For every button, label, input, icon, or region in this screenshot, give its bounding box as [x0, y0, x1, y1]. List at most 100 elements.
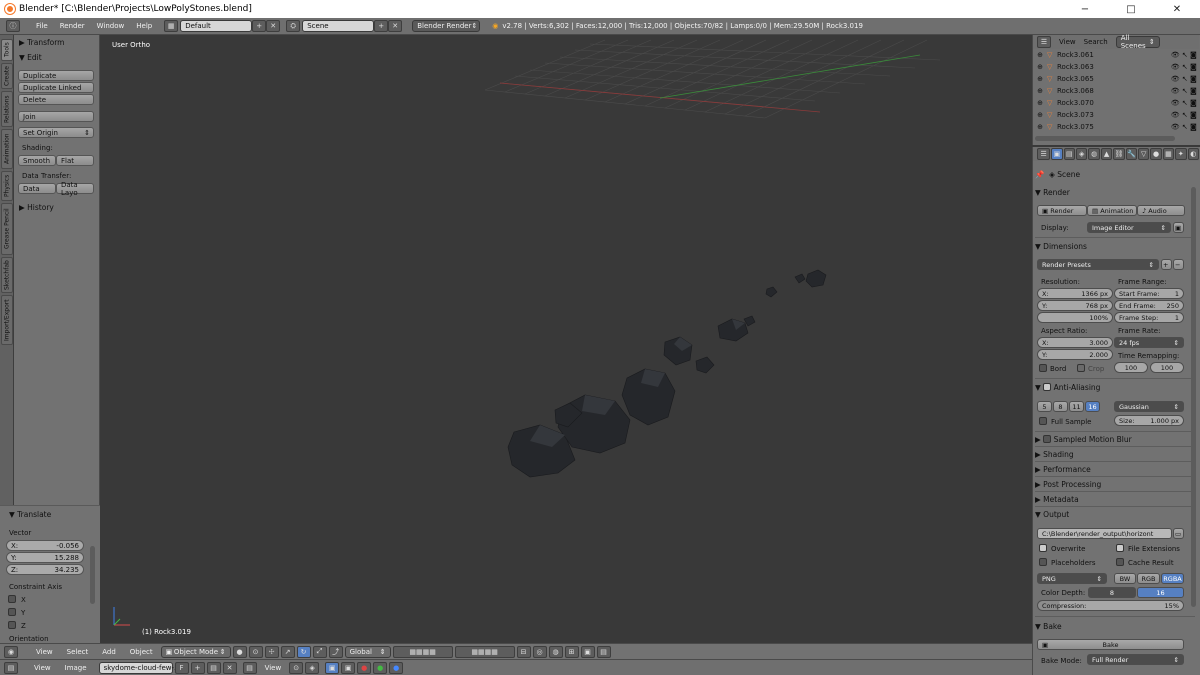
render-engine-dropdown[interactable]: Blender Render ⇕	[412, 20, 481, 32]
aa-size-field[interactable]: Size: 1.000 px	[1114, 415, 1184, 426]
fake-user-button[interactable]: F	[174, 661, 189, 674]
frame-step-field[interactable]: Frame Step: 1	[1114, 312, 1184, 323]
panel-metadata-header[interactable]: ▶ Metadata	[1035, 492, 1195, 506]
editor-type-icon[interactable]: ☰	[1037, 36, 1051, 48]
constraint-z-checkbox[interactable]	[8, 621, 16, 629]
duplicate-linked-button[interactable]: Duplicate Linked	[18, 82, 94, 93]
menu-file[interactable]: File	[30, 22, 54, 30]
aa-samples-16[interactable]: 16	[1085, 401, 1100, 412]
flat-button[interactable]: Flat	[56, 155, 94, 166]
depth-8-button[interactable]: 8	[1088, 587, 1136, 598]
visibility-icon[interactable]: 👁	[1171, 123, 1180, 131]
close-button[interactable]: ✕	[1154, 0, 1200, 18]
audio-button[interactable]: ♪ Audio	[1137, 205, 1185, 216]
remove-preset-icon[interactable]: −	[1173, 259, 1184, 270]
add-scene-icon[interactable]: +	[374, 20, 389, 32]
compression-slider[interactable]: Compression: 15%	[1037, 600, 1184, 611]
duplicate-button[interactable]: Duplicate	[18, 70, 94, 81]
start-frame-field[interactable]: Start Frame: 1	[1114, 288, 1184, 299]
panel-render-header[interactable]: ▼ Render	[1035, 185, 1195, 199]
select-arrow-icon[interactable]: ↖	[1182, 63, 1188, 71]
menu-object[interactable]: Object	[124, 648, 159, 656]
texture-tab-icon[interactable]: ▦	[1162, 148, 1175, 160]
render-camera-icon[interactable]: ◙	[1190, 111, 1197, 119]
remap-new-field[interactable]: 100	[1150, 362, 1184, 373]
channel-alpha-icon[interactable]: ▣	[341, 661, 356, 674]
menu-search[interactable]: Search	[1084, 38, 1108, 46]
aa-samples-8[interactable]: 8	[1053, 401, 1068, 412]
vector-z-field[interactable]: Z: 34.235	[6, 564, 84, 575]
visibility-icon[interactable]: 👁	[1171, 111, 1180, 119]
cache-result-checkbox[interactable]	[1116, 558, 1124, 566]
menu-image[interactable]: Image	[59, 664, 93, 672]
depth-16-button[interactable]: 16	[1137, 587, 1184, 598]
resolution-y-field[interactable]: Y: 768 px	[1037, 300, 1113, 311]
tab-sketchfab[interactable]: Sketchfab	[1, 257, 13, 293]
list-item[interactable]: ⊕ ▽ Rock3.063 👁 ↖ ◙	[1033, 61, 1199, 73]
remove-scene-icon[interactable]: ✕	[388, 20, 403, 32]
menu-add[interactable]: Add	[96, 648, 122, 656]
visibility-icon[interactable]: 👁	[1171, 51, 1180, 59]
render-slot-icon[interactable]: ▣	[1173, 222, 1184, 233]
channel-rgb-icon[interactable]: ▣	[325, 661, 340, 674]
select-arrow-icon[interactable]: ↖	[1182, 111, 1188, 119]
animation-button[interactable]: ▤ Animation	[1087, 205, 1137, 216]
transform-orientation-icon[interactable]: ⤴	[328, 645, 343, 658]
mode-dropdown[interactable]: ▣ Object Mode ⇕	[160, 645, 231, 658]
snap-icon[interactable]: ◍	[548, 645, 563, 658]
color-rgba-button[interactable]: RGBA	[1161, 573, 1184, 584]
panel-anti-aliasing-header[interactable]: ▼ Anti-Aliasing	[1035, 380, 1195, 394]
pin-icon[interactable]: ⊙	[289, 661, 304, 674]
editor-type-icon[interactable]: ▤	[4, 661, 18, 674]
panel-bake-header[interactable]: ▼ Bake	[1035, 619, 1195, 633]
3d-viewport[interactable]: User Ortho (1) Rock3.019	[100, 35, 1032, 642]
list-item[interactable]: ⊕ ▽ Rock3.073 👁 ↖ ◙	[1033, 109, 1199, 121]
list-item[interactable]: ⊕ ▽ Rock3.075 👁 ↖ ◙	[1033, 121, 1199, 133]
resolution-percentage-field[interactable]: 100%	[1037, 312, 1113, 323]
data-layout-button[interactable]: Data Layo	[56, 181, 94, 197]
rotate-manipulator-icon[interactable]: ↻	[296, 645, 311, 658]
select-arrow-icon[interactable]: ↖	[1182, 51, 1188, 59]
panel-post-processing-header[interactable]: ▶ Post Processing	[1035, 477, 1195, 491]
render-camera-icon[interactable]: ◙	[1190, 123, 1197, 131]
uv-sync-icon[interactable]: ◈	[305, 661, 320, 674]
render-camera-icon[interactable]: ◙	[1190, 99, 1197, 107]
panel-motion-blur-header[interactable]: ▶ Sampled Motion Blur	[1035, 432, 1195, 446]
set-origin-dropdown[interactable]: Set Origin ⇕	[18, 127, 94, 138]
operator-panel-scrollbar[interactable]	[90, 546, 95, 604]
scene-tab-icon[interactable]: ◈	[1076, 148, 1088, 160]
tab-grease-pencil[interactable]: Grease Pencil	[1, 203, 13, 255]
placeholders-checkbox[interactable]	[1039, 558, 1047, 566]
anti-aliasing-checkbox[interactable]	[1043, 383, 1052, 391]
orientation-dropdown[interactable]: Global ⇕	[344, 645, 391, 658]
panel-edit-header[interactable]: ▼ Edit	[14, 51, 42, 64]
visibility-icon[interactable]: 👁	[1171, 87, 1180, 95]
select-arrow-icon[interactable]: ↖	[1182, 123, 1188, 131]
tab-tools[interactable]: Tools	[1, 39, 13, 61]
aa-samples-5[interactable]: 5	[1037, 401, 1052, 412]
screen-layout-icon[interactable]: ▦	[164, 20, 179, 32]
unlink-image-icon[interactable]: ✕	[222, 661, 237, 674]
join-button[interactable]: Join	[18, 111, 94, 122]
list-item[interactable]: ⊕ ▽ Rock3.068 👁 ↖ ◙	[1033, 85, 1199, 97]
color-bw-button[interactable]: BW	[1114, 573, 1136, 584]
layers-tab-icon[interactable]: ▤	[1063, 148, 1076, 160]
world-tab-icon[interactable]: ◍	[1088, 148, 1100, 160]
visibility-icon[interactable]: 👁	[1171, 99, 1180, 107]
tab-relations[interactable]: Relations	[1, 91, 13, 127]
list-item[interactable]: ⊕ ▽ Rock3.070 👁 ↖ ◙	[1033, 97, 1199, 109]
bake-button[interactable]: ▣ Bake	[1037, 639, 1184, 650]
screen-layout-field[interactable]: Default	[180, 20, 253, 32]
layers-icon[interactable]: ▦▦▦▦	[454, 645, 515, 658]
pin-icon[interactable]: 📌	[1035, 170, 1044, 179]
remove-layout-icon[interactable]: ✕	[266, 20, 281, 32]
image-name-field[interactable]: skydome-cloud-few-...	[98, 661, 181, 674]
pivot-point-icon[interactable]: ⊙	[248, 645, 263, 658]
select-arrow-icon[interactable]: ↖	[1182, 99, 1188, 107]
end-frame-field[interactable]: End Frame: 250	[1114, 300, 1184, 311]
render-camera-icon[interactable]: ◙	[1190, 75, 1197, 83]
data-tab-icon[interactable]: ▽	[1138, 148, 1150, 160]
outliner-filter-dropdown[interactable]: All Scenes ⇕	[1115, 34, 1160, 50]
smooth-button[interactable]: Smooth	[18, 155, 56, 166]
display-mode-icon[interactable]: ▤	[242, 661, 257, 674]
